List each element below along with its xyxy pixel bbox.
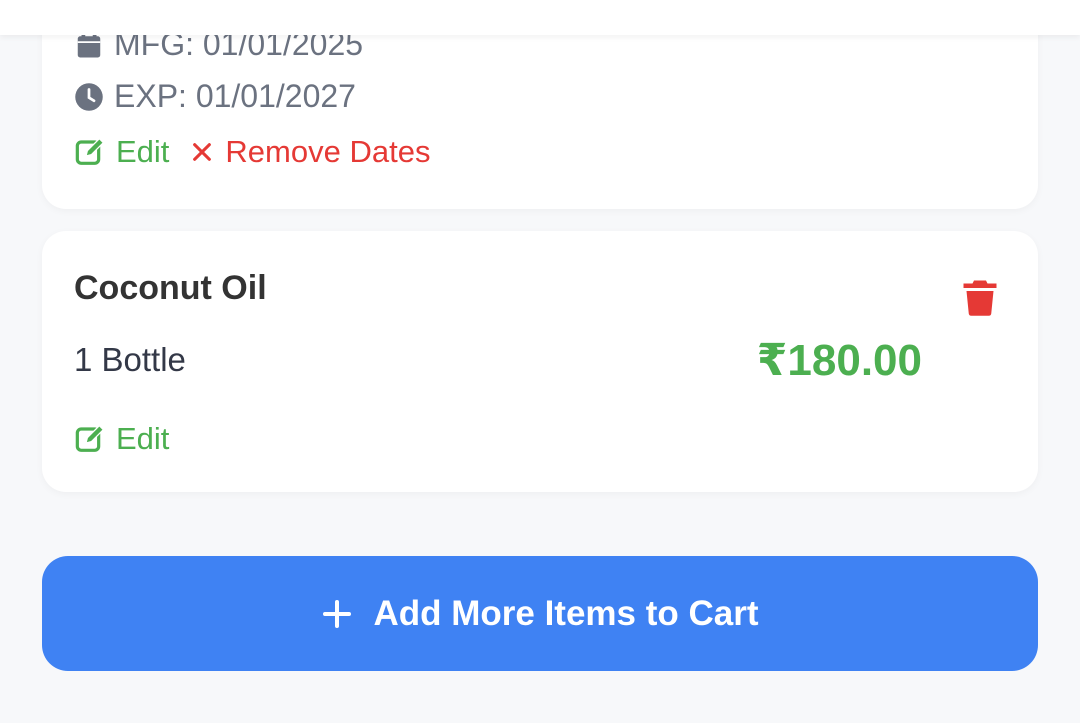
item-quantity: 1 Bottle bbox=[74, 341, 186, 378]
plus-icon bbox=[323, 599, 352, 628]
exp-date-row: EXP: 01/01/2027 bbox=[74, 78, 356, 115]
exp-date: EXP: 01/01/2027 bbox=[114, 78, 356, 114]
top-app-bar bbox=[0, 0, 1080, 35]
cart-item-card: Coconut Oil 1 Bottle ₹180.00 Edit bbox=[42, 231, 1038, 492]
item-actions: Edit bbox=[74, 421, 169, 457]
clock-icon bbox=[75, 82, 103, 111]
edit-dates-button[interactable]: Edit bbox=[74, 134, 169, 170]
item-name: Coconut Oil bbox=[74, 269, 267, 307]
add-more-items-button[interactable]: Add More Items to Cart bbox=[42, 556, 1038, 671]
edit-icon bbox=[75, 137, 105, 165]
edit-label: Edit bbox=[116, 134, 170, 169]
delete-item-trash-icon[interactable] bbox=[962, 277, 998, 317]
add-more-items-label: Add More Items to Cart bbox=[373, 593, 759, 633]
item-price: ₹180.00 bbox=[756, 336, 922, 385]
edit-label: Edit bbox=[116, 421, 170, 456]
edit-icon bbox=[75, 424, 105, 452]
remove-dates-button[interactable]: Remove Dates bbox=[191, 134, 430, 170]
close-icon bbox=[193, 143, 212, 161]
remove-dates-label: Remove Dates bbox=[225, 134, 431, 169]
edit-item-button[interactable]: Edit bbox=[74, 421, 169, 457]
previous-item-actions: Edit Remove Dates bbox=[74, 134, 430, 170]
